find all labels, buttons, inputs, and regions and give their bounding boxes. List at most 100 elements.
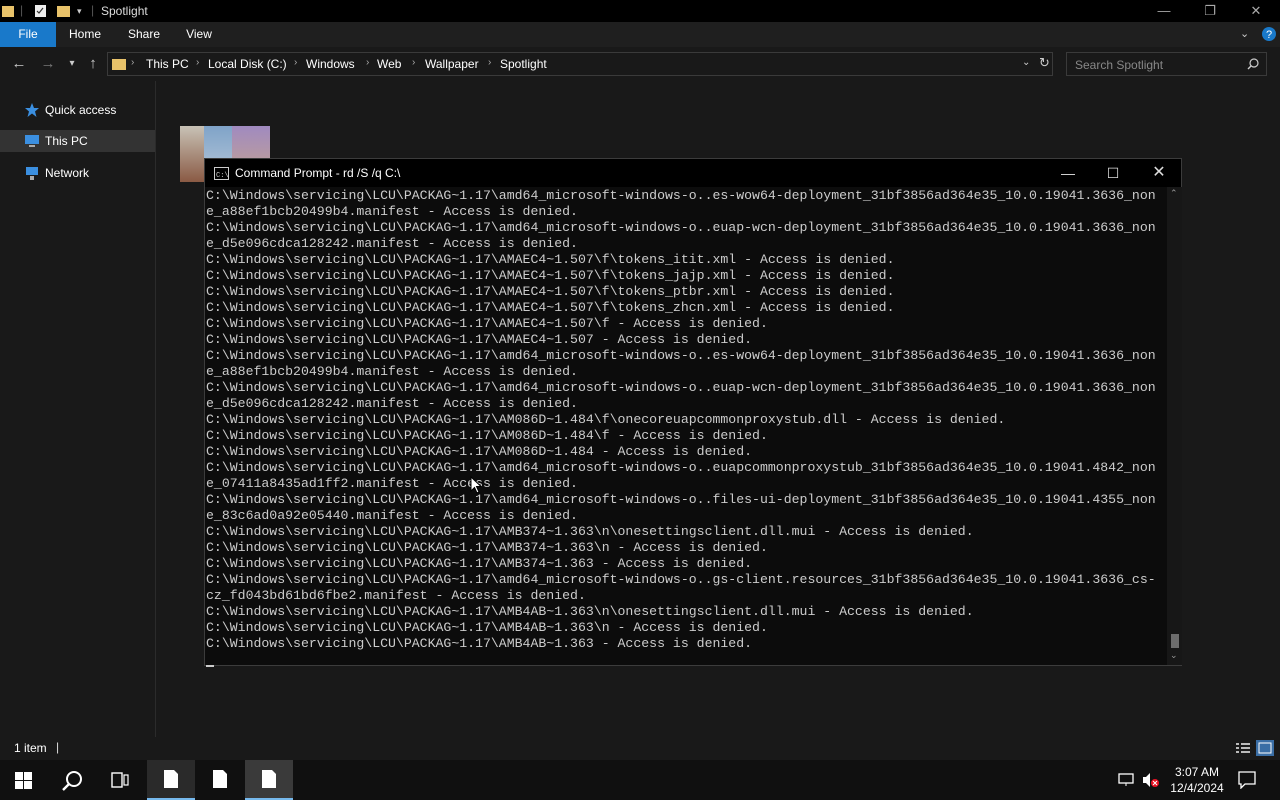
document-icon [213, 770, 227, 788]
breadcrumb-separator-icon[interactable]: › [294, 57, 297, 68]
search-input[interactable]: Search Spotlight [1066, 52, 1267, 76]
close-button[interactable]: ✕ [1233, 0, 1279, 22]
cmd-output-line: C:\Windows\servicing\LCU\PACKAG~1.17\amd… [206, 220, 1156, 235]
minimize-button[interactable]: — [1141, 0, 1187, 22]
svg-text:?: ? [1266, 29, 1272, 41]
search-icon [62, 771, 82, 791]
expand-ribbon-icon[interactable]: ⌄ [1240, 27, 1249, 40]
breadcrumb-spotlight[interactable]: Spotlight [500, 57, 547, 71]
clock-time: 3:07 AM [1174, 765, 1220, 779]
cmd-output-line: C:\Windows\servicing\LCU\PACKAG~1.17\AMB… [206, 636, 753, 651]
breadcrumb-this-pc[interactable]: This PC [146, 57, 189, 71]
action-center-icon[interactable] [1238, 771, 1256, 789]
breadcrumb-wallpaper[interactable]: Wallpaper [425, 57, 479, 71]
network-status-icon[interactable] [1118, 772, 1136, 788]
breadcrumb-separator-icon[interactable]: › [131, 57, 134, 68]
cmd-output-line: cz_fd043bd61bd6fbe2.manifest - Access is… [206, 588, 586, 603]
cmd-output-line: C:\Windows\servicing\LCU\PACKAG~1.17\amd… [206, 188, 1156, 203]
volume-muted-icon[interactable] [1142, 772, 1160, 788]
taskbar-clock[interactable]: 3:07 AM 12/4/2024 [1166, 764, 1228, 796]
recent-locations-icon[interactable]: ▾ [62, 58, 82, 69]
forward-arrow-icon[interactable]: → [38, 55, 58, 72]
new-folder-icon[interactable] [57, 3, 70, 19]
cmd-output-line: C:\Windows\servicing\LCU\PACKAG~1.17\AMB… [206, 524, 974, 539]
item-count: 1 item [14, 741, 47, 755]
help-icon[interactable]: ? [1261, 26, 1277, 42]
cmd-output-line: C:\Windows\servicing\LCU\PACKAG~1.17\AMA… [206, 300, 895, 315]
computer-icon [25, 135, 39, 147]
scroll-up-icon[interactable]: ⌃ [1170, 188, 1178, 199]
divider: | [91, 3, 95, 17]
ribbon: File Home Share View ⌄ ? [0, 22, 1280, 47]
breadcrumb-separator-icon[interactable]: › [196, 57, 199, 68]
navigation-pane: Quick access This PC Network [0, 81, 156, 737]
cmd-output-line: C:\Windows\servicing\LCU\PACKAG~1.17\amd… [206, 380, 1156, 395]
address-bar[interactable]: › This PC › Local Disk (C:) › Windows › … [107, 52, 1053, 76]
cmd-output-line: C:\Windows\servicing\LCU\PACKAG~1.17\amd… [206, 572, 1156, 587]
cmd-output-line: C:\Windows\servicing\LCU\PACKAG~1.17\AMB… [206, 620, 768, 635]
sidebar-item-network[interactable]: Network [0, 162, 155, 184]
cmd-output-line: e_a88ef1bcb20499b4.manifest - Access is … [206, 204, 578, 219]
star-icon [25, 103, 39, 117]
task-view-icon [111, 772, 129, 788]
cmd-output-line: e_83c6ad0a92e05440.manifest - Access is … [206, 508, 578, 523]
cmd-title-bar[interactable]: C:\ Command Prompt - rd /S /q C:\ — ☐ ✕ [205, 159, 1181, 187]
cmd-output-line: e_07411a8435ad1ff2.manifest - Access is … [206, 476, 578, 491]
cmd-scrollbar[interactable]: ⌃ ⌄ [1167, 187, 1182, 665]
sidebar-item-quick-access[interactable]: Quick access [0, 99, 155, 121]
tab-home[interactable]: Home [62, 22, 108, 47]
cmd-close-button[interactable]: ✕ [1136, 159, 1182, 187]
start-button[interactable] [0, 760, 48, 800]
search-button[interactable] [48, 760, 96, 800]
cmd-output-line: C:\Windows\servicing\LCU\PACKAG~1.17\AMA… [206, 268, 895, 283]
properties-icon[interactable] [34, 3, 47, 19]
document-icon [262, 770, 276, 788]
tab-share[interactable]: Share [122, 22, 166, 47]
taskbar-app-file-explorer[interactable] [147, 760, 195, 800]
customize-qat-icon[interactable]: ▾ [77, 6, 82, 22]
scrollbar-thumb[interactable] [1171, 634, 1179, 648]
cmd-output-line: C:\Windows\servicing\LCU\PACKAG~1.17\AM0… [206, 444, 753, 459]
tab-view[interactable]: View [178, 22, 220, 47]
maximize-button[interactable]: ❐ [1187, 0, 1233, 22]
taskbar-app-document[interactable] [196, 760, 244, 800]
mouse-pointer-icon [470, 476, 482, 494]
cmd-maximize-button[interactable]: ☐ [1090, 159, 1136, 187]
cmd-output-line: C:\Windows\servicing\LCU\PACKAG~1.17\AMB… [206, 556, 753, 571]
sidebar-item-label: This PC [45, 134, 88, 148]
breadcrumb-web[interactable]: Web [377, 57, 401, 71]
sidebar-item-label: Quick access [45, 103, 117, 117]
cmd-output-line: C:\Windows\servicing\LCU\PACKAG~1.17\AMA… [206, 332, 753, 347]
breadcrumb-local-disk[interactable]: Local Disk (C:) [208, 57, 287, 71]
refresh-icon[interactable]: ↻ [1039, 55, 1050, 71]
sidebar-item-this-pc[interactable]: This PC [0, 130, 155, 152]
cmd-minimize-button[interactable]: — [1045, 159, 1091, 187]
svg-text:C:\: C:\ [216, 172, 229, 180]
breadcrumb-separator-icon[interactable]: › [412, 57, 415, 68]
back-arrow-icon[interactable]: ← [9, 55, 29, 72]
breadcrumb-separator-icon[interactable]: › [366, 57, 369, 68]
breadcrumb-separator-icon[interactable]: › [488, 57, 491, 68]
window-title: Spotlight [101, 4, 148, 18]
folder-icon [112, 59, 126, 70]
task-view-button[interactable] [96, 760, 144, 800]
up-arrow-icon[interactable]: ↑ [83, 55, 103, 72]
cmd-output-line: C:\Windows\servicing\LCU\PACKAG~1.17\AM0… [206, 412, 1006, 427]
large-icons-view-icon[interactable] [1256, 740, 1274, 756]
explorer-title-bar: | ▾ | Spotlight — ❐ ✕ [0, 0, 1280, 22]
taskbar-app-command-prompt[interactable] [245, 760, 293, 800]
cmd-output-line: C:\Windows\servicing\LCU\PACKAG~1.17\AM0… [206, 428, 768, 443]
clock-date: 12/4/2024 [1170, 781, 1224, 795]
search-placeholder: Search Spotlight [1075, 58, 1164, 72]
cmd-window-title: Command Prompt - rd /S /q C:\ [235, 166, 401, 180]
search-icon[interactable] [1247, 58, 1259, 70]
tab-file[interactable]: File [0, 22, 56, 47]
details-view-icon[interactable] [1236, 742, 1250, 754]
document-icon [164, 770, 178, 788]
address-dropdown-icon[interactable]: ⌄ [1022, 57, 1030, 68]
cmd-output[interactable]: C:\Windows\servicing\LCU\PACKAG~1.17\amd… [206, 188, 1168, 664]
command-prompt-window[interactable]: C:\ Command Prompt - rd /S /q C:\ — ☐ ✕ … [204, 158, 1182, 667]
cmd-output-line: C:\Windows\servicing\LCU\PACKAG~1.17\AMB… [206, 540, 768, 555]
breadcrumb-windows[interactable]: Windows [306, 57, 355, 71]
scroll-down-icon[interactable]: ⌄ [1170, 650, 1178, 661]
